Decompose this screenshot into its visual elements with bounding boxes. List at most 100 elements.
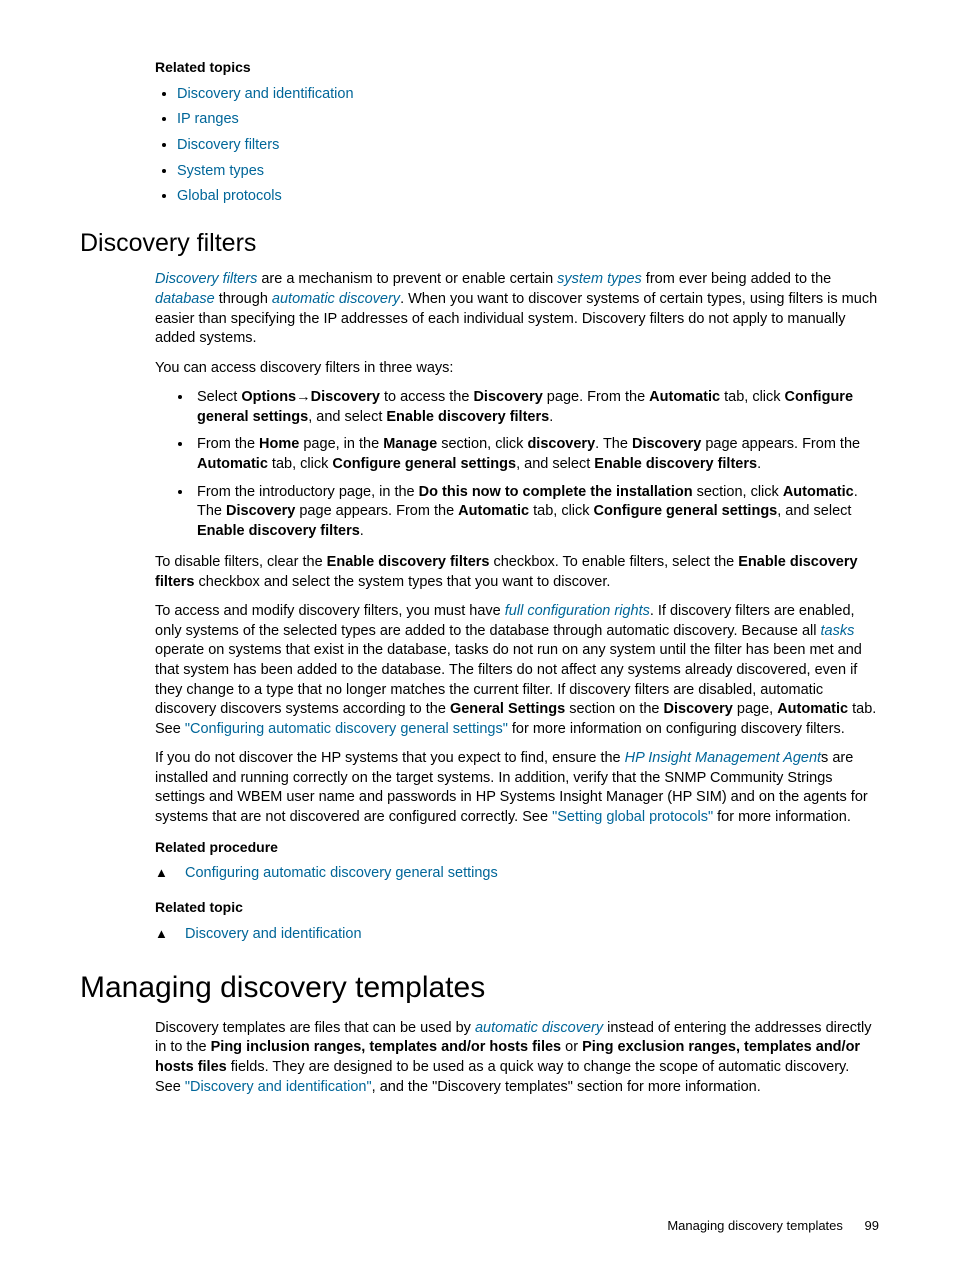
text: tab, click: [529, 503, 593, 519]
link-discovery-filters[interactable]: Discovery filters: [177, 137, 279, 153]
page-footer: Managing discovery templates 99: [667, 1217, 879, 1235]
bold: Discovery: [226, 503, 295, 519]
link-global-protocols[interactable]: Global protocols: [177, 188, 282, 204]
paragraph: To access and modify discovery filters, …: [155, 602, 879, 739]
list-item: IP ranges: [177, 110, 879, 130]
related-topic-heading: Related topic: [155, 898, 879, 917]
glossary-system-types[interactable]: system types: [557, 271, 642, 287]
link-discovery-identification[interactable]: Discovery and identification: [177, 86, 354, 102]
link-config-auto-discovery[interactable]: "Configuring automatic discovery general…: [185, 721, 508, 737]
related-procedure-heading: Related procedure: [155, 838, 879, 857]
text: for more information on configuring disc…: [508, 721, 845, 737]
heading-managing-discovery-templates: Managing discovery templates: [80, 968, 879, 1009]
bold: Automatic: [197, 456, 268, 472]
text: are a mechanism to prevent or enable cer…: [257, 271, 557, 287]
list-item: Global protocols: [177, 187, 879, 207]
text: page,: [733, 701, 777, 717]
bold: Configure general settings: [594, 503, 778, 519]
page-number: 99: [865, 1218, 879, 1233]
glossary-automatic-discovery[interactable]: automatic discovery: [272, 291, 400, 307]
text: If you do not discover the HP systems th…: [155, 750, 625, 766]
bold: Discovery: [311, 389, 380, 405]
text: checkbox and select the system types tha…: [195, 574, 611, 590]
bold: Enable discovery filters: [386, 409, 549, 425]
list-item: Select Options→Discovery to access the D…: [193, 388, 879, 427]
glossary-full-config-rights[interactable]: full configuration rights: [505, 603, 650, 619]
text: From the: [197, 436, 259, 452]
page: Related topics Discovery and identificat…: [0, 0, 954, 1271]
text: from ever being added to the: [642, 271, 831, 287]
bold: Enable discovery filters: [327, 554, 490, 570]
text: To disable filters, clear the: [155, 554, 327, 570]
text: checkbox. To enable filters, select the: [489, 554, 738, 570]
link-config-auto-discovery[interactable]: Configuring automatic discovery general …: [185, 864, 498, 884]
text: through: [215, 291, 272, 307]
paragraph: You can access discovery filters in thre…: [155, 359, 879, 379]
glossary-database[interactable]: database: [155, 291, 215, 307]
arrow-icon: →: [296, 389, 311, 405]
related-topics-list: Discovery and identification IP ranges D…: [155, 85, 879, 207]
text: .: [549, 409, 553, 425]
text: page appears. From the: [295, 503, 458, 519]
bold: Automatic: [649, 389, 720, 405]
text: section, click: [693, 484, 783, 500]
bold: Do this now to complete the installation: [419, 484, 693, 500]
glossary-discovery-filters[interactable]: Discovery filters: [155, 271, 257, 287]
related-topic-list: ▲ Discovery and identification: [155, 925, 879, 945]
bold: Ping inclusion ranges, templates and/or …: [211, 1039, 562, 1055]
text: tab, click: [268, 456, 332, 472]
discovery-filters-body: Discovery filters are a mechanism to pre…: [155, 270, 879, 944]
glossary-tasks[interactable]: tasks: [821, 623, 855, 639]
text: , and the "Discovery templates" section …: [372, 1079, 761, 1095]
glossary-hp-insight-agent[interactable]: HP Insight Management Agent: [625, 750, 821, 766]
text: page appears. From the: [701, 436, 860, 452]
bold: Enable discovery filters: [594, 456, 757, 472]
list-item: ▲ Configuring automatic discovery genera…: [155, 864, 879, 884]
bold: Automatic: [783, 484, 854, 500]
bold: Options: [241, 389, 296, 405]
text: , and select: [777, 503, 851, 519]
text: page, in the: [299, 436, 383, 452]
footer-title: Managing discovery templates: [667, 1218, 843, 1233]
text: tab, click: [720, 389, 784, 405]
text: for more information.: [713, 809, 851, 825]
triangle-icon: ▲: [155, 864, 169, 882]
text: .: [757, 456, 761, 472]
bold: Discovery: [632, 436, 701, 452]
glossary-automatic-discovery[interactable]: automatic discovery: [475, 1020, 603, 1036]
list-item: From the Home page, in the Manage sectio…: [193, 435, 879, 474]
link-ip-ranges[interactable]: IP ranges: [177, 111, 239, 127]
bold: Manage: [383, 436, 437, 452]
text: Discovery templates are files that can b…: [155, 1020, 475, 1036]
list-item: From the introductory page, in the Do th…: [193, 483, 879, 542]
list-item: System types: [177, 162, 879, 182]
related-topics-block: Related topics Discovery and identificat…: [155, 58, 879, 207]
paragraph: Discovery templates are files that can b…: [155, 1019, 879, 1097]
text: to access the: [380, 389, 474, 405]
link-discovery-identification[interactable]: "Discovery and identification": [185, 1079, 372, 1095]
text: or: [561, 1039, 582, 1055]
link-discovery-identification[interactable]: Discovery and identification: [185, 925, 362, 945]
text: section on the: [565, 701, 663, 717]
bold: Discovery: [664, 701, 733, 717]
bold: Discovery: [473, 389, 542, 405]
link-setting-global-protocols[interactable]: "Setting global protocols": [552, 809, 713, 825]
text: Select: [197, 389, 241, 405]
text: , and select: [516, 456, 594, 472]
managing-templates-body: Discovery templates are files that can b…: [155, 1019, 879, 1097]
bold: Home: [259, 436, 299, 452]
bold: discovery: [527, 436, 595, 452]
related-procedure-list: ▲ Configuring automatic discovery genera…: [155, 864, 879, 884]
text: , and select: [308, 409, 386, 425]
paragraph: To disable filters, clear the Enable dis…: [155, 553, 879, 592]
bold: Automatic: [777, 701, 848, 717]
list-item: Discovery filters: [177, 136, 879, 156]
bold: Enable discovery filters: [197, 523, 360, 539]
text: From the introductory page, in the: [197, 484, 419, 500]
link-system-types[interactable]: System types: [177, 163, 264, 179]
text: section, click: [437, 436, 527, 452]
bold: General Settings: [450, 701, 565, 717]
text: To access and modify discovery filters, …: [155, 603, 505, 619]
bold: Configure general settings: [332, 456, 516, 472]
text: .: [360, 523, 364, 539]
